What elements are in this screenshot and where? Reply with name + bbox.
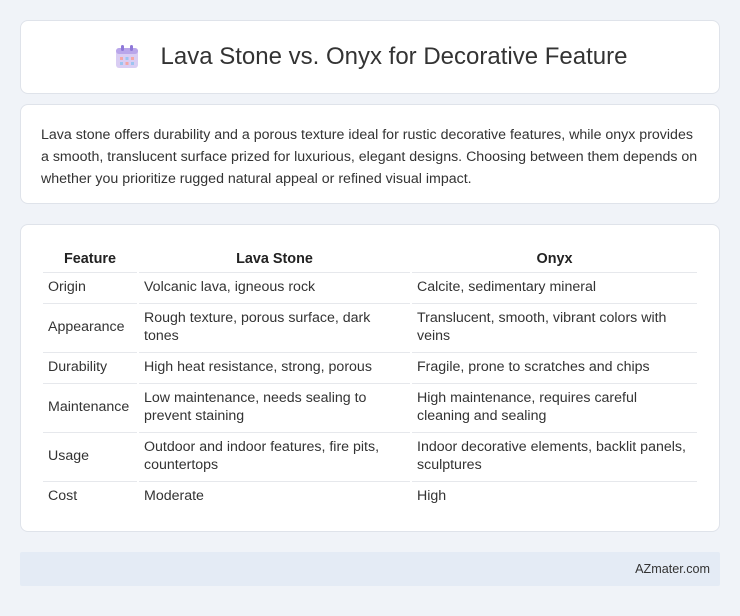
header-feature: Feature xyxy=(64,251,116,267)
onyx-cell: Calcite, sedimentary mineral xyxy=(412,272,697,301)
feature-cell: Usage xyxy=(43,432,137,479)
lava-stone-cell: Volcanic lava, igneous rock xyxy=(139,272,410,301)
onyx-cell: Fragile, prone to scratches and chips xyxy=(412,352,697,381)
header-onyx: Onyx xyxy=(536,251,573,267)
header-lava-stone: Lava Stone xyxy=(236,251,313,267)
table-row: Cost Moderate High xyxy=(43,481,697,510)
comparison-table: Feature Lava Stone Onyx Origin Volcanic … xyxy=(41,245,699,512)
feature-cell: Appearance xyxy=(43,303,137,350)
table-row: Usage Outdoor and indoor features, fire … xyxy=(43,432,697,479)
comparison-table-card: Feature Lava Stone Onyx Origin Volcanic … xyxy=(20,224,720,532)
onyx-cell: Indoor decorative elements, backlit pane… xyxy=(412,432,697,479)
table-header-row: Feature Lava Stone Onyx xyxy=(43,247,697,270)
feature-cell: Durability xyxy=(43,352,137,381)
lava-stone-cell: High heat resistance, strong, porous xyxy=(139,352,410,381)
feature-cell: Maintenance xyxy=(43,383,137,430)
summary-card: Lava stone offers durability and a porou… xyxy=(20,104,720,204)
lava-stone-cell: Moderate xyxy=(139,481,410,510)
lava-stone-cell: Rough texture, porous surface, dark tone… xyxy=(139,303,410,350)
onyx-cell: Translucent, smooth, vibrant colors with… xyxy=(412,303,697,350)
feature-cell: Cost xyxy=(43,481,137,510)
footer-brand[interactable]: AZmater.com xyxy=(635,562,710,576)
page-title: Lava Stone vs. Onyx for Decorative Featu… xyxy=(160,43,628,70)
onyx-cell: High xyxy=(412,481,697,510)
table-row: Appearance Rough texture, porous surface… xyxy=(43,303,697,350)
calendar-icon xyxy=(113,43,141,71)
table-row: Maintenance Low maintenance, needs seali… xyxy=(43,383,697,430)
title-card: Lava Stone vs. Onyx for Decorative Featu… xyxy=(20,20,720,94)
lava-stone-cell: Outdoor and indoor features, fire pits, … xyxy=(139,432,410,479)
table-row: Origin Volcanic lava, igneous rock Calci… xyxy=(43,272,697,301)
summary-text: Lava stone offers durability and a porou… xyxy=(41,127,698,187)
onyx-cell: High maintenance, requires careful clean… xyxy=(412,383,697,430)
lava-stone-cell: Low maintenance, needs sealing to preven… xyxy=(139,383,410,430)
footer: AZmater.com xyxy=(20,552,720,586)
table-row: Durability High heat resistance, strong,… xyxy=(43,352,697,381)
feature-cell: Origin xyxy=(43,272,137,301)
